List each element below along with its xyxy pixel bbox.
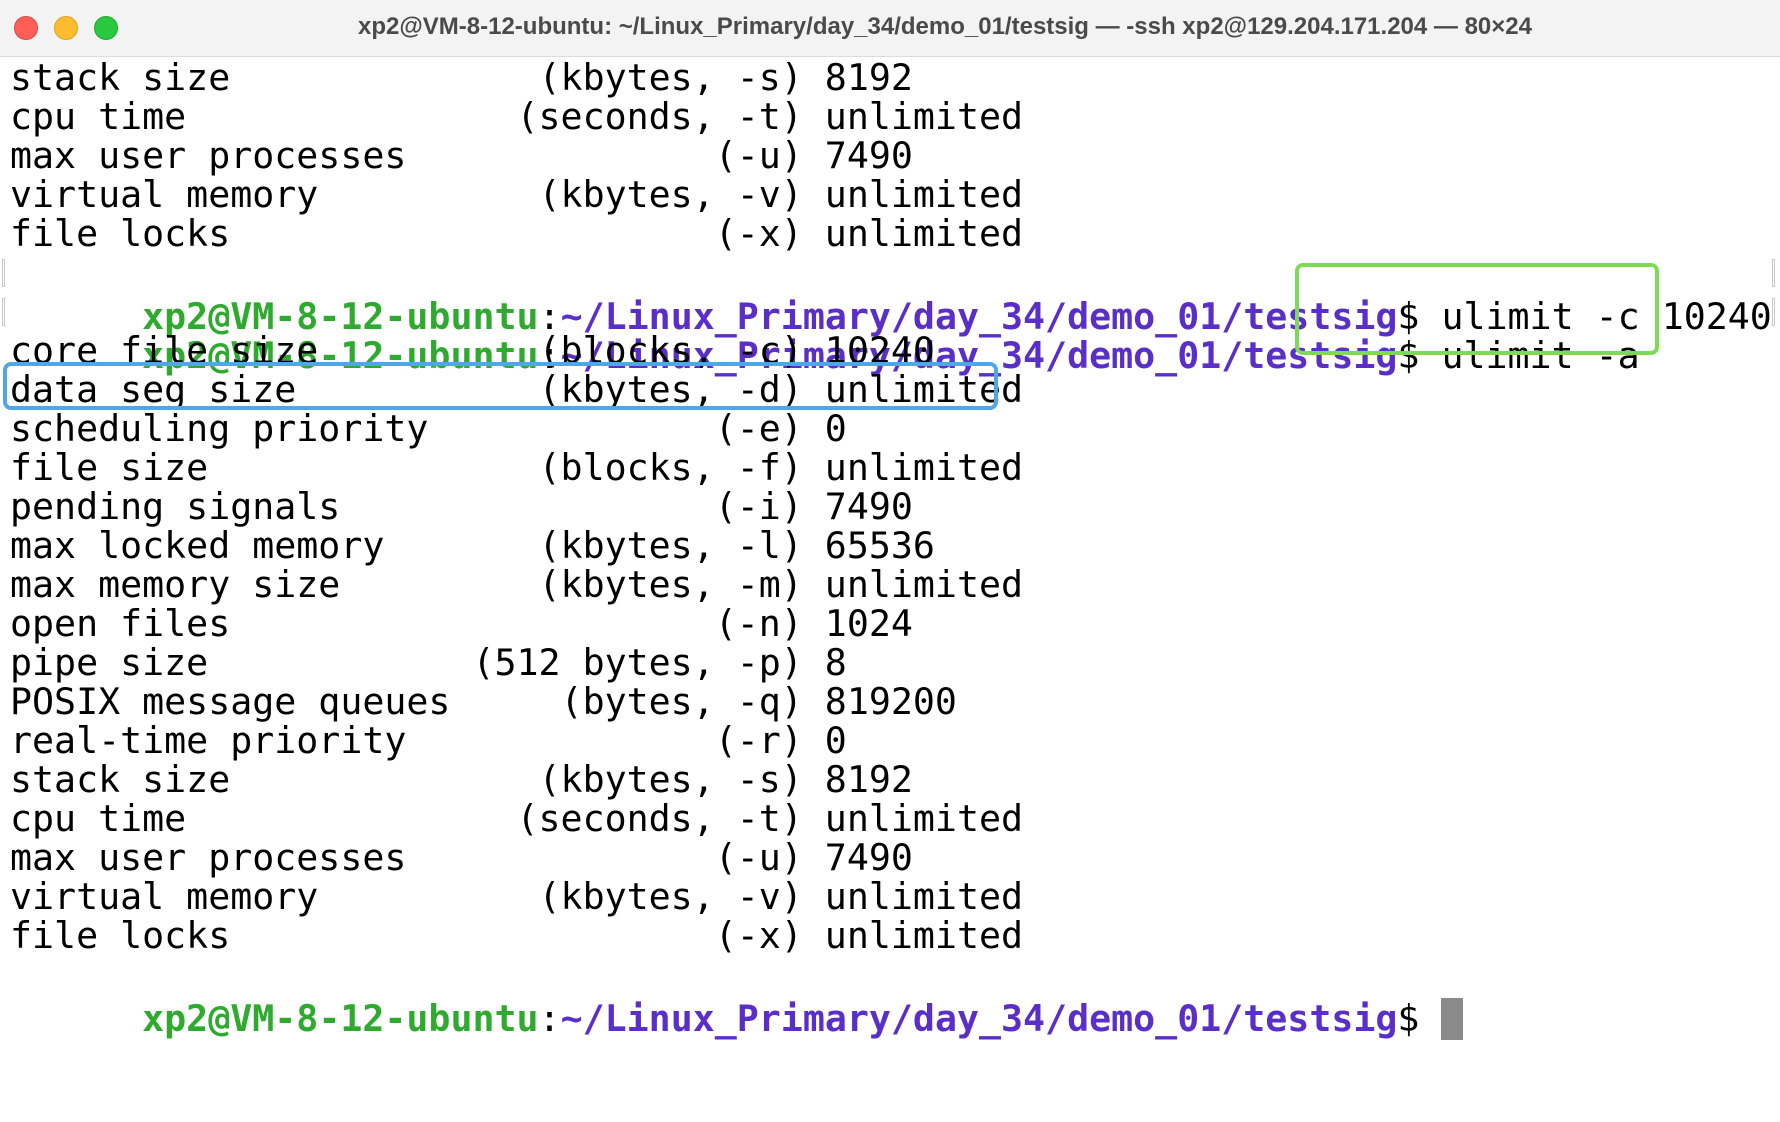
minimize-icon[interactable]	[54, 16, 78, 40]
output-line: max user processes (-u) 7490	[10, 134, 913, 177]
output-line: virtual memory (kbytes, -v) unlimited	[10, 173, 1024, 216]
line-edge-mark	[1772, 298, 1775, 326]
output-line: pending signals (-i) 7490	[10, 485, 913, 528]
output-line: cpu time (seconds, -t) unlimited	[10, 95, 1024, 138]
output-line: max locked memory (kbytes, -l) 65536	[10, 524, 935, 567]
prompt-line: xp2@VM-8-12-ubuntu:~/Linux_Primary/day_3…	[10, 953, 1464, 1040]
close-icon[interactable]	[14, 16, 38, 40]
output-line: open files (-n) 1024	[10, 602, 913, 645]
title-bar[interactable]: xp2@VM-8-12-ubuntu: ~/Linux_Primary/day_…	[0, 0, 1780, 57]
prompt-path: ~/Linux_Primary/day_34/demo_01/testsig	[560, 997, 1398, 1040]
output-line: file size (blocks, -f) unlimited	[10, 446, 1024, 489]
core-file-size-highlight-box	[3, 362, 998, 410]
output-line: real-time priority (-r) 0	[10, 719, 847, 762]
output-line: scheduling priority (-e) 0	[10, 407, 847, 450]
text-cursor[interactable]	[1441, 998, 1464, 1040]
output-line: POSIX message queues (bytes, -q) 819200	[10, 680, 957, 723]
output-line: stack size (kbytes, -s) 8192	[10, 56, 913, 99]
terminal-content[interactable]: stack size (kbytes, -s) 8192 cpu time (s…	[0, 56, 1780, 1122]
terminal-window: xp2@VM-8-12-ubuntu: ~/Linux_Primary/day_…	[0, 0, 1780, 1122]
output-line: file locks (-x) unlimited	[10, 212, 1024, 255]
line-edge-mark	[1772, 259, 1775, 287]
line-edge-mark	[2, 298, 5, 326]
output-line: stack size (kbytes, -s) 8192	[10, 758, 913, 801]
line-edge-mark	[2, 259, 5, 287]
output-line: file locks (-x) unlimited	[10, 914, 1024, 957]
window-title: xp2@VM-8-12-ubuntu: ~/Linux_Primary/day_…	[358, 13, 1532, 40]
prompt-symbol: $	[1397, 997, 1442, 1040]
output-line: cpu time (seconds, -t) unlimited	[10, 797, 1024, 840]
prompt-user: xp2@VM-8-12-ubuntu	[142, 997, 539, 1040]
prompt-colon: :	[538, 997, 561, 1040]
output-line: pipe size (512 bytes, -p) 8	[10, 641, 847, 684]
output-line: max user processes (-u) 7490	[10, 836, 913, 879]
output-line: max memory size (kbytes, -m) unlimited	[10, 563, 1024, 606]
command-highlight-box	[1295, 263, 1659, 355]
output-line: virtual memory (kbytes, -v) unlimited	[10, 875, 1024, 918]
maximize-icon[interactable]	[94, 16, 118, 40]
